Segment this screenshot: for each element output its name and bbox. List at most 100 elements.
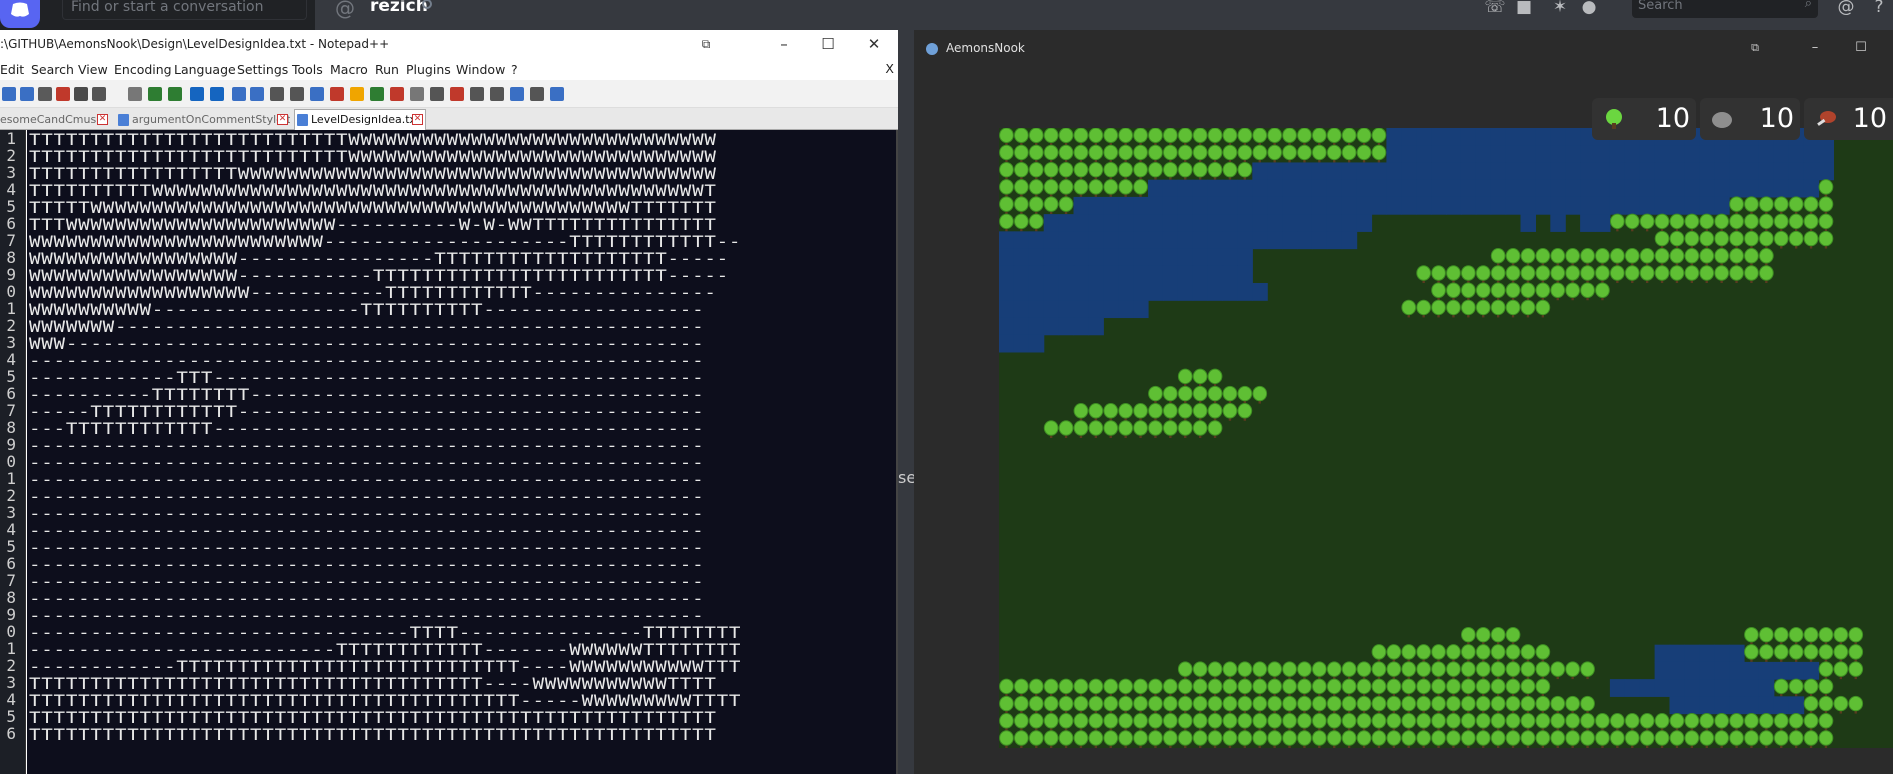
- menu-language[interactable]: Language: [174, 62, 236, 77]
- text-editor[interactable]: TTTTTTTTTTTTTTTTTTTTTTTTTTWWWWWWWWWWWWWW…: [27, 130, 896, 774]
- water-tile: [1565, 162, 1581, 181]
- menu-encoding[interactable]: Encoding: [114, 62, 172, 77]
- toolbar-button-icon[interactable]: [290, 87, 304, 101]
- editor-line: ----------------------------------------…: [29, 504, 705, 523]
- menu-edit[interactable]: Edit: [0, 62, 24, 77]
- discord-logo-icon[interactable]: [0, 0, 40, 28]
- toolbar-button-icon[interactable]: [530, 87, 544, 101]
- pin-window-icon[interactable]: ⧉: [686, 30, 726, 58]
- toolbar-button-icon[interactable]: [450, 87, 464, 101]
- menu-tools[interactable]: Tools: [292, 62, 323, 77]
- water-tile: [1401, 196, 1417, 215]
- line-number: 3: [6, 163, 16, 182]
- toolbar-button-icon[interactable]: [430, 87, 444, 101]
- water-tile: [1043, 317, 1060, 336]
- menu-macro[interactable]: Macro: [330, 62, 368, 77]
- tab-leveldesign[interactable]: LevelDesignIdea.txt ✕: [294, 109, 426, 130]
- toolbar-button-icon[interactable]: [168, 87, 182, 101]
- toolbar-button-icon[interactable]: [470, 87, 484, 101]
- water-tile: [1609, 162, 1626, 181]
- call-icon[interactable]: ☏: [1484, 0, 1506, 20]
- minimize-button[interactable]: –: [1798, 30, 1832, 66]
- water-tile: [1550, 145, 1566, 164]
- editor-line: TTTTTTTTTTTTTTTTTTTTTTTTTTWWWWWWWWWWWWWW…: [29, 130, 717, 149]
- toolbar-button-icon[interactable]: [270, 87, 284, 101]
- menu-search[interactable]: Search: [31, 62, 74, 77]
- water-tile: [999, 283, 1015, 301]
- close-button[interactable]: ✕: [854, 30, 894, 58]
- tab-close-icon[interactable]: ✕: [412, 114, 423, 125]
- water-tile: [1192, 231, 1209, 250]
- toolbar-button-icon[interactable]: [20, 87, 34, 101]
- line-number: 4: [6, 520, 16, 539]
- water-tile: [1088, 265, 1104, 284]
- channel-search-input[interactable]: Search ⌕: [1632, 0, 1818, 18]
- editor-line: ----------TTTTTTTT----------------------…: [29, 385, 705, 404]
- water-tile: [1028, 334, 1045, 353]
- water-tile: [1490, 162, 1507, 181]
- menu-plugins[interactable]: Plugins: [406, 62, 451, 77]
- toolbar-button-icon[interactable]: [92, 87, 106, 101]
- toolbar-button-icon[interactable]: [390, 87, 404, 101]
- water-tile: [1669, 145, 1685, 164]
- maximize-button[interactable]: ☐: [808, 30, 848, 58]
- toolbar-button-icon[interactable]: [38, 87, 52, 101]
- toolbar-button-icon[interactable]: [56, 87, 70, 101]
- minimize-button[interactable]: –: [764, 30, 804, 58]
- close-document-button[interactable]: X: [885, 61, 894, 76]
- menu-help[interactable]: ?: [511, 62, 518, 77]
- toolbar-button-icon[interactable]: [490, 87, 504, 101]
- toolbar-button-icon[interactable]: [310, 87, 324, 101]
- menu-view[interactable]: View: [78, 62, 108, 77]
- menu-run[interactable]: Run: [375, 62, 399, 77]
- wood-count: 10: [1655, 103, 1690, 134]
- water-tile: [1565, 196, 1581, 215]
- tab-argument[interactable]: argumentOnCommentStyle.txt ✕: [116, 110, 290, 130]
- water-tile: [1788, 661, 1805, 680]
- npp-menubar: Edit Search View Encoding Language Setti…: [0, 58, 898, 80]
- water-tile: [1222, 248, 1238, 267]
- menu-window[interactable]: Window: [456, 62, 505, 77]
- video-icon[interactable]: ■: [1513, 0, 1535, 20]
- toolbar-button-icon[interactable]: [330, 87, 344, 101]
- tab-close-icon[interactable]: ✕: [97, 114, 108, 125]
- toolbar-button-icon[interactable]: [550, 87, 564, 101]
- water-tile: [1103, 300, 1119, 319]
- maximize-button[interactable]: ☐: [1844, 30, 1878, 66]
- add-friend-icon[interactable]: ●: [1578, 0, 1600, 20]
- tab-close-icon[interactable]: ✕: [277, 114, 288, 125]
- toolbar-button-icon[interactable]: [128, 87, 142, 101]
- water-tile: [1669, 179, 1685, 198]
- menu-settings[interactable]: Settings: [237, 62, 288, 77]
- water-tile: [1192, 179, 1209, 198]
- game-map[interactable]: [999, 128, 1893, 748]
- toolbar-button-icon[interactable]: [232, 87, 246, 101]
- tab-label: esomeCandCmusic: [0, 113, 106, 126]
- toolbar-button-icon[interactable]: [210, 87, 224, 101]
- toolbar-button-icon[interactable]: [250, 87, 264, 101]
- water-tile: [1267, 214, 1283, 232]
- toolbar-button-icon[interactable]: [2, 87, 16, 101]
- toolbar-button-icon[interactable]: [74, 87, 88, 101]
- water-tile: [1639, 145, 1656, 164]
- water-tile: [1505, 179, 1522, 198]
- editor-line: TTTTTWWWWWWWWWWWWWWWWWWWWWWWWWWWWWWWWWWW…: [29, 198, 717, 217]
- toolbar-button-icon[interactable]: [350, 87, 364, 101]
- water-tile: [1460, 145, 1477, 164]
- water-tile: [1624, 179, 1641, 198]
- water-tile: [1773, 179, 1790, 198]
- toolbar-button-icon[interactable]: [148, 87, 162, 101]
- toolbar-button-icon[interactable]: [510, 87, 524, 101]
- mention-icon[interactable]: @: [1835, 0, 1857, 20]
- line-number: 9: [6, 265, 16, 284]
- pin-icon[interactable]: ✶: [1549, 0, 1571, 20]
- line-number: 6: [6, 724, 16, 743]
- toolbar-button-icon[interactable]: [370, 87, 384, 101]
- toolbar-button-icon[interactable]: [410, 87, 424, 101]
- tab-esome[interactable]: esomeCandCmusic ✕: [0, 110, 110, 130]
- find-conversation-input[interactable]: Find or start a conversation: [62, 0, 307, 20]
- toolbar-button-icon[interactable]: [190, 87, 204, 101]
- editor-line: -------------------------TTTTTTTTTTTT---…: [29, 640, 742, 659]
- help-icon[interactable]: ?: [1868, 0, 1890, 20]
- pin-window-icon[interactable]: ⧉: [1738, 30, 1772, 66]
